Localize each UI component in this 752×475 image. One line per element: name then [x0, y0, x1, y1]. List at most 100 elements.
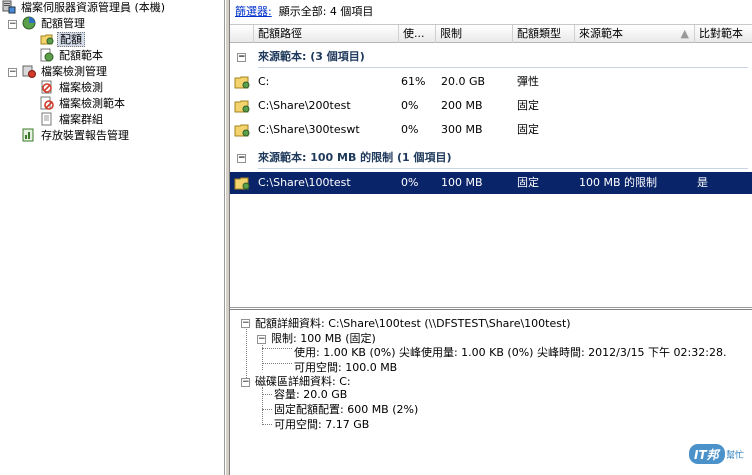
- column-header-usage[interactable]: 使...: [399, 25, 436, 43]
- ithome-watermark-logo: IT邦 幫忙: [688, 441, 746, 467]
- collapse-toggle-group-1[interactable]: −: [237, 53, 246, 62]
- folder-quota-icon: [234, 177, 250, 190]
- tree-label-storage-reports: 存放裝置報告管理: [41, 129, 129, 142]
- tree-node-file-screen-templates[interactable]: 檔案檢測範本: [40, 96, 127, 112]
- cell-source-template: 100 MB 的限制: [579, 176, 658, 189]
- tree-node-quota-management[interactable]: 配額管理: [22, 16, 87, 32]
- file-screen-template-icon: [40, 96, 54, 110]
- cell-usage: 0%: [401, 123, 419, 136]
- group-header-100mb-template[interactable]: − 來源範本: 100 MB 的限制 (1 個項目): [230, 147, 752, 169]
- available-detail: 可用空間: 100.0 MB: [294, 361, 398, 374]
- tree-line: [262, 348, 292, 349]
- cell-matches: 是: [697, 176, 708, 189]
- filter-summary: 顯示全部: 4 個項目: [278, 5, 374, 18]
- details-pane: − 配額詳細資料: C:\Share\100test (\\DFSTEST\Sh…: [230, 309, 752, 475]
- group-title: 來源範本: (3 個項目): [258, 50, 365, 63]
- cell-type: 彈性: [517, 75, 539, 88]
- tree-line: [262, 363, 292, 364]
- tree-line: [246, 324, 247, 384]
- table-row-selected[interactable]: C:\Share\100test 0% 100 MB 固定 100 MB 的限制…: [230, 172, 752, 194]
- sort-ascending-icon: ▲: [680, 27, 689, 40]
- cell-path: C:\Share\200test: [258, 99, 351, 112]
- tree-line: [262, 394, 272, 395]
- cell-usage: 0%: [401, 99, 419, 112]
- tree-line: [262, 340, 263, 370]
- tree-label-quotas: 配額: [57, 32, 85, 47]
- watermark-subtext: 幫忙: [726, 449, 744, 461]
- navigation-tree: 檔案伺服器資源管理員 (本機) − 配額管理 配額 配額範本 − 檔案檢測管理 …: [0, 0, 225, 475]
- table-row[interactable]: C:\Share\300teswt 0% 300 MB 固定: [230, 119, 752, 141]
- tree-label-file-screens: 檔案檢測: [59, 81, 103, 94]
- group-header-no-template[interactable]: − 來源範本: (3 個項目): [230, 46, 752, 68]
- tree-node-quota-templates[interactable]: 配額範本: [40, 48, 105, 64]
- volume-available-detail: 可用空間: 7.17 GB: [274, 418, 370, 431]
- cell-limit: 300 MB: [441, 123, 483, 136]
- cell-limit: 20.0 GB: [441, 75, 486, 88]
- file-screen-icon: [40, 80, 54, 94]
- capacity-detail: 容量: 20.0 GB: [274, 388, 348, 401]
- folder-quota-icon: [234, 76, 250, 89]
- file-screening-icon: [22, 64, 36, 78]
- quota-management-icon: [22, 16, 36, 30]
- tree-node-file-screens[interactable]: 檔案檢測: [40, 80, 105, 96]
- collapse-toggle-quota-details[interactable]: −: [241, 319, 250, 328]
- watermark-text: IT邦: [694, 448, 722, 462]
- limit-detail: 限制: 100 MB (固定): [271, 332, 376, 345]
- column-header-bar: 配額路徑 使... 限制 配額類型 來源範本 ▲ 比對範本: [230, 25, 752, 43]
- usage-detail: 使用: 1.00 KB (0%) 尖峰使用量: 1.00 KB (0%) 尖峰時…: [294, 346, 727, 359]
- group-title: 來源範本: 100 MB 的限制 (1 個項目): [258, 151, 452, 164]
- server-icon: [2, 0, 16, 14]
- cell-path: C:: [258, 75, 270, 88]
- group-divider: [258, 67, 748, 68]
- tree-label-file-screening: 檔案檢測管理: [41, 65, 107, 78]
- collapse-toggle-group-2[interactable]: −: [237, 154, 246, 163]
- folder-quota-icon: [234, 100, 250, 113]
- table-row[interactable]: C: 61% 20.0 GB 彈性: [230, 71, 752, 93]
- cell-usage: 0%: [401, 176, 419, 189]
- quota-template-icon: [40, 48, 54, 62]
- tree-label-quota-management: 配額管理: [41, 17, 85, 30]
- cell-limit: 200 MB: [441, 99, 483, 112]
- filter-link[interactable]: 篩選器:: [235, 5, 272, 18]
- tree-node-quotas[interactable]: 配額: [40, 32, 85, 48]
- cell-limit: 100 MB: [441, 176, 483, 189]
- folder-quota-icon: [40, 32, 54, 46]
- collapse-toggle-file-screening[interactable]: −: [8, 68, 17, 77]
- folder-quota-icon: [234, 124, 250, 137]
- cell-type: 固定: [517, 99, 539, 112]
- storage-report-icon: [22, 128, 36, 142]
- fixed-quota-detail: 固定配額配置: 600 MB (2%): [274, 403, 419, 416]
- column-header-path[interactable]: 配額路徑: [254, 25, 399, 43]
- cell-usage: 61%: [401, 75, 426, 88]
- column-header-source-template-label: 來源範本: [579, 27, 623, 40]
- cell-type: 固定: [517, 123, 539, 136]
- cell-type: 固定: [517, 176, 539, 189]
- collapse-toggle-volume-details[interactable]: −: [241, 378, 250, 387]
- filter-bar: 篩選器: 顯示全部: 4 個項目: [230, 0, 752, 25]
- tree-node-root[interactable]: 檔案伺服器資源管理員 (本機): [2, 0, 167, 16]
- tree-label-root: 檔案伺服器資源管理員 (本機): [21, 1, 166, 14]
- tree-node-file-screening[interactable]: 檔案檢測管理: [22, 64, 109, 80]
- tree-label-file-groups: 檔案群組: [59, 113, 103, 126]
- file-group-icon: [40, 112, 54, 126]
- tree-line: [262, 409, 272, 410]
- tree-node-file-groups[interactable]: 檔案群組: [40, 112, 105, 128]
- tree-label-file-screen-templates: 檔案檢測範本: [59, 97, 125, 110]
- tree-line: [262, 424, 272, 425]
- tree-line: [262, 387, 263, 425]
- column-header-icon[interactable]: [230, 25, 254, 43]
- group-divider: [258, 168, 748, 169]
- column-header-source-template[interactable]: 來源範本 ▲: [575, 25, 695, 43]
- column-header-type[interactable]: 配額類型: [513, 25, 575, 43]
- collapse-toggle-limit[interactable]: −: [257, 335, 266, 344]
- cell-path: C:\Share\100test: [258, 176, 351, 189]
- tree-node-storage-reports[interactable]: 存放裝置報告管理: [22, 128, 131, 144]
- tree-label-quota-templates: 配額範本: [59, 49, 103, 62]
- cell-path: C:\Share\300teswt: [258, 123, 360, 136]
- column-header-limit[interactable]: 限制: [436, 25, 513, 43]
- column-header-matches[interactable]: 比對範本: [695, 25, 752, 43]
- collapse-toggle-quota-management[interactable]: −: [8, 20, 17, 29]
- quota-details-heading: 配額詳細資料: C:\Share\100test (\\DFSTEST\Shar…: [255, 317, 571, 330]
- quota-list: 配額路徑 使... 限制 配額類型 來源範本 ▲ 比對範本 − 來源範本: (3…: [230, 25, 752, 308]
- table-row[interactable]: C:\Share\200test 0% 200 MB 固定: [230, 95, 752, 117]
